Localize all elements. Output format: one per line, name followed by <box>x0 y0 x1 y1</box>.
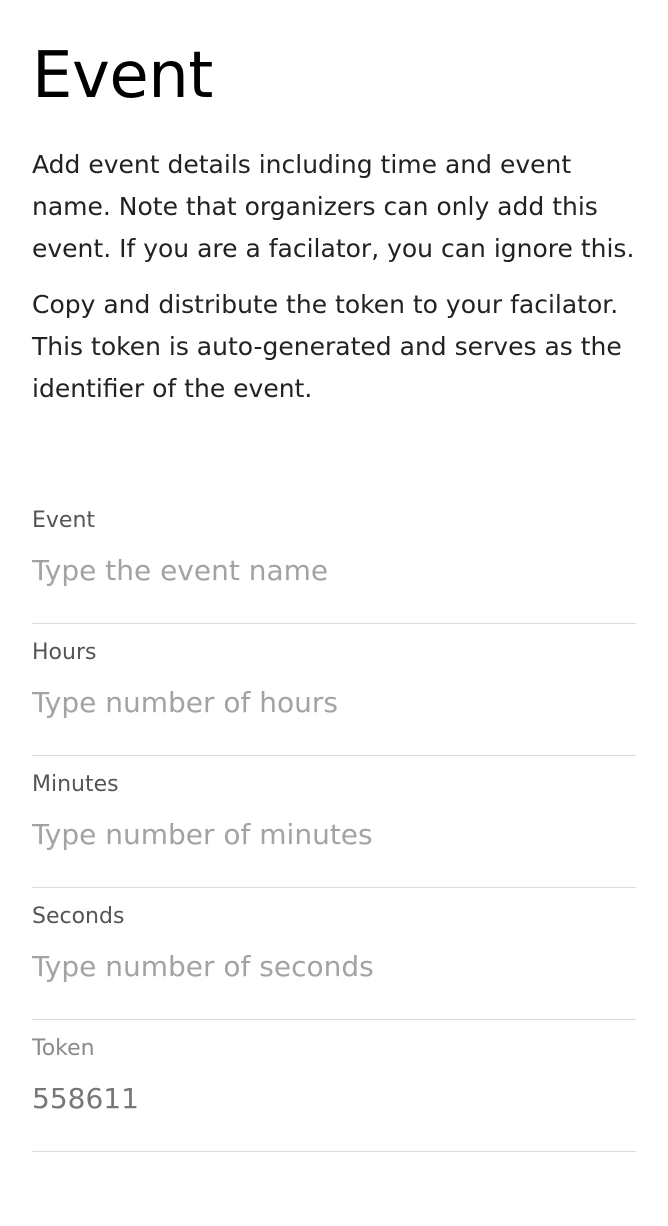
seconds-input[interactable] <box>32 944 636 988</box>
token-label: Token <box>32 1036 95 1061</box>
event-name-label: Event <box>32 508 96 533</box>
minutes-input[interactable] <box>32 812 636 856</box>
intro-paragraph-details: Add event details including time and eve… <box>32 150 635 263</box>
hours-field: Hours <box>32 624 636 756</box>
hours-input[interactable] <box>32 680 636 724</box>
token-field: Token <box>32 1020 636 1152</box>
seconds-label: Seconds <box>32 904 125 929</box>
event-page: Event Add event details including time a… <box>0 0 668 1226</box>
minutes-label: Minutes <box>32 772 119 797</box>
page-title: Event <box>32 39 213 113</box>
minutes-field: Minutes <box>32 756 636 888</box>
intro-paragraph-token: Copy and distribute the token to your fa… <box>32 290 622 403</box>
hours-label: Hours <box>32 640 97 665</box>
token-input[interactable] <box>32 1076 636 1120</box>
event-name-field: Event <box>32 492 636 624</box>
event-form: Event Hours Minutes Seconds Token <box>32 492 636 1152</box>
seconds-field: Seconds <box>32 888 636 1020</box>
event-name-input[interactable] <box>32 548 636 592</box>
